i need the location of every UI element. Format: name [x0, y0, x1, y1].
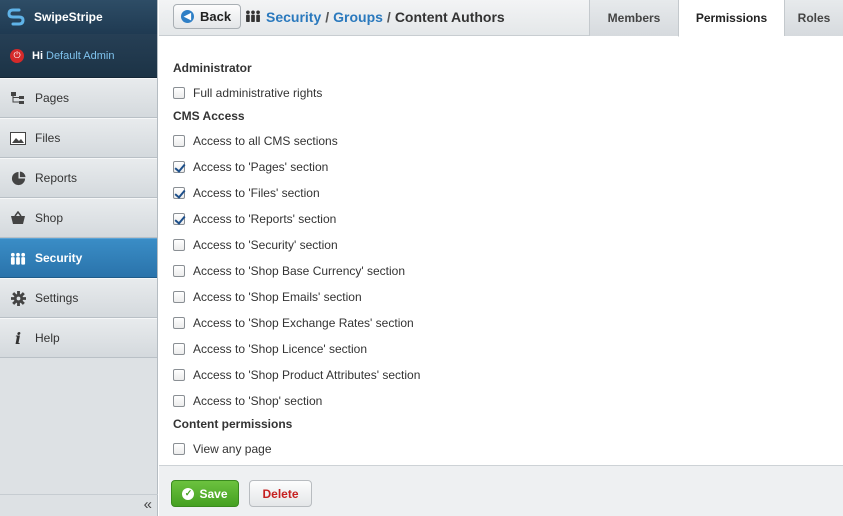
- delete-button[interactable]: Delete: [249, 480, 312, 507]
- greeting-text: Hi: [32, 49, 43, 62]
- permissions-form: Administrator Full administrative rights…: [173, 58, 823, 462]
- permission-row[interactable]: Access to 'Shop Product Attributes' sect…: [173, 362, 823, 388]
- collapse-sidebar-button[interactable]: «: [0, 494, 158, 516]
- swipestripe-logo-icon: [6, 7, 26, 27]
- sitemap-icon: [10, 90, 26, 106]
- breadcrumb-separator: /: [325, 9, 330, 25]
- permission-label: Full administrative rights: [193, 86, 323, 100]
- sidebar: SwipeStripe ⏻ Hi Default Admin Pages Fil…: [0, 0, 158, 516]
- pie-chart-icon: [10, 170, 26, 186]
- image-icon: [10, 130, 26, 146]
- permission-label: Access to 'Shop Product Attributes' sect…: [193, 368, 421, 382]
- tab-members[interactable]: Members: [589, 0, 678, 36]
- permission-row[interactable]: Access to 'Shop Exchange Rates' section: [173, 310, 823, 336]
- permission-label: View any page: [193, 442, 272, 456]
- sidebar-item-settings[interactable]: Settings: [0, 278, 157, 318]
- save-button[interactable]: ✓ Save: [171, 480, 239, 507]
- sidebar-item-label: Security: [35, 251, 83, 265]
- sidebar-item-label: Files: [35, 131, 61, 145]
- gear-icon: [10, 290, 26, 306]
- permission-label: Access to all CMS sections: [193, 134, 338, 148]
- back-arrow-icon: ◀: [181, 10, 194, 23]
- permission-checkbox[interactable]: [173, 291, 185, 303]
- sidebar-item-label: Reports: [35, 171, 78, 185]
- sidebar-item-shop[interactable]: Shop: [0, 198, 157, 238]
- form-actions-bar: ✓ Save Delete: [159, 465, 843, 516]
- people-icon: [245, 9, 261, 25]
- check-circle-icon: ✓: [182, 487, 195, 500]
- permission-checkbox[interactable]: [173, 369, 185, 381]
- permission-row[interactable]: Access to 'Security' section: [173, 232, 823, 258]
- permission-label: Access to 'Shop Exchange Rates' section: [193, 316, 414, 330]
- permission-checkbox[interactable]: [173, 161, 185, 173]
- permission-row[interactable]: Access to 'Files' section: [173, 180, 823, 206]
- brand-header[interactable]: SwipeStripe: [0, 0, 157, 34]
- permission-row[interactable]: Full administrative rights: [173, 80, 823, 106]
- tab-permissions[interactable]: Permissions: [678, 0, 784, 37]
- section-title-administrator: Administrator: [173, 61, 252, 75]
- permission-checkbox[interactable]: [173, 239, 185, 251]
- back-button-label: Back: [200, 9, 232, 24]
- logout-power-icon[interactable]: ⏻: [10, 48, 24, 63]
- breadcrumb-current: Content Authors: [394, 9, 505, 25]
- permission-checkbox[interactable]: [173, 265, 185, 277]
- breadcrumb-security-link[interactable]: Security: [266, 9, 321, 25]
- sidebar-item-reports[interactable]: Reports: [0, 158, 157, 198]
- user-name-link[interactable]: Default Admin: [46, 50, 114, 62]
- sidebar-item-label: Help: [35, 331, 60, 345]
- save-button-label: Save: [199, 486, 228, 501]
- permission-row[interactable]: Access to 'Shop Base Currency' section: [173, 258, 823, 284]
- back-button[interactable]: ◀ Back: [173, 4, 242, 29]
- permission-checkbox[interactable]: [173, 395, 185, 407]
- permission-checkbox[interactable]: [173, 87, 185, 99]
- sidebar-item-pages[interactable]: Pages: [0, 78, 157, 118]
- permission-row[interactable]: View any page: [173, 436, 823, 462]
- permission-checkbox[interactable]: [173, 187, 185, 199]
- brand-name: SwipeStripe: [34, 10, 103, 24]
- section-title-cms-access: CMS Access: [173, 109, 245, 123]
- permission-label: Access to 'Shop Emails' section: [193, 290, 362, 304]
- permission-checkbox[interactable]: [173, 443, 185, 455]
- sidebar-item-security[interactable]: Security: [0, 238, 157, 278]
- permission-label: Access to 'Shop Base Currency' section: [193, 264, 406, 278]
- sidebar-item-label: Pages: [35, 91, 70, 105]
- permission-label: Access to 'Reports' section: [193, 212, 337, 226]
- basket-icon: [10, 210, 26, 226]
- permission-label: Access to 'Security' section: [193, 238, 338, 252]
- permission-row[interactable]: Access to 'Reports' section: [173, 206, 823, 232]
- permission-row[interactable]: Access to all CMS sections: [173, 128, 823, 154]
- breadcrumb: Security / Groups / Content Authors: [245, 9, 505, 25]
- permission-row[interactable]: Access to 'Shop' section: [173, 388, 823, 414]
- permission-row[interactable]: Access to 'Shop Licence' section: [173, 336, 823, 362]
- user-bar: ⏻ Hi Default Admin: [0, 34, 157, 78]
- header-bar: ◀ Back Security / Groups / Content Autho…: [159, 0, 843, 37]
- permission-row[interactable]: Access to 'Shop Emails' section: [173, 284, 823, 310]
- permission-label: Access to 'Files' section: [193, 186, 320, 200]
- people-icon: [10, 250, 26, 266]
- tab-roles[interactable]: Roles: [784, 0, 843, 36]
- breadcrumb-separator: /: [386, 9, 391, 25]
- permission-row[interactable]: Access to 'Pages' section: [173, 154, 823, 180]
- section-title-content-permissions: Content permissions: [173, 417, 293, 431]
- permission-label: Access to 'Shop' section: [193, 394, 323, 408]
- permission-checkbox[interactable]: [173, 135, 185, 147]
- permission-checkbox[interactable]: [173, 343, 185, 355]
- permission-label: Access to 'Shop Licence' section: [193, 342, 368, 356]
- sidebar-item-label: Settings: [35, 291, 79, 305]
- permission-label: Access to 'Pages' section: [193, 160, 329, 174]
- info-icon: i: [14, 328, 22, 348]
- sidebar-item-help[interactable]: i Help: [0, 318, 157, 358]
- sidebar-item-files[interactable]: Files: [0, 118, 157, 158]
- breadcrumb-groups-link[interactable]: Groups: [333, 9, 383, 25]
- sidebar-item-label: Shop: [35, 211, 64, 225]
- permission-checkbox[interactable]: [173, 213, 185, 225]
- permission-checkbox[interactable]: [173, 317, 185, 329]
